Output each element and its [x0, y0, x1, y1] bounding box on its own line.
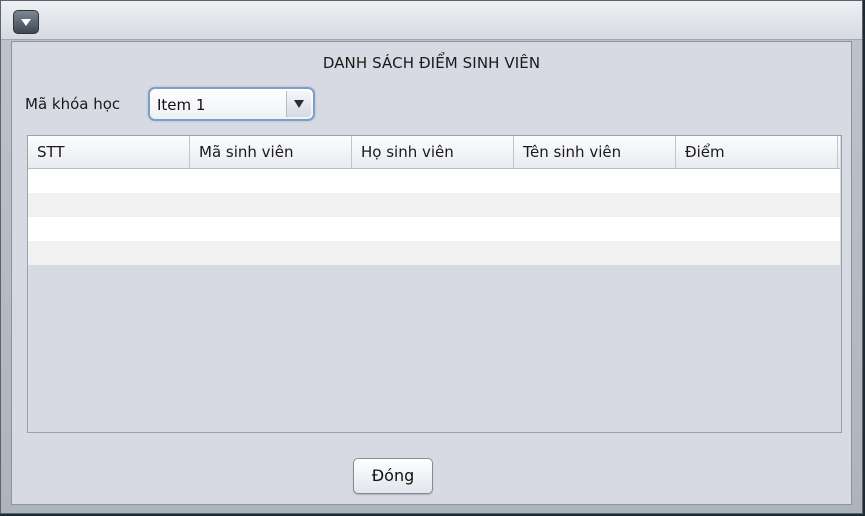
course-code-select[interactable]: Item 1 [148, 87, 315, 121]
column-header-score[interactable]: Điểm [676, 136, 838, 168]
column-header-last-name[interactable]: Họ sinh viên [352, 136, 514, 168]
page-title: DANH SÁCH ĐIỂM SINH VIÊN [322, 54, 541, 72]
table-header: STT Mã sinh viên Họ sinh viên Tên sinh v… [28, 136, 840, 169]
course-code-value: Item 1 [157, 96, 206, 114]
title-bar [1, 1, 862, 40]
triangle-down-icon [21, 18, 31, 26]
app-window: DANH SÁCH ĐIỂM SINH VIÊN Mã khóa học Ite… [0, 0, 863, 514]
column-header-first-name[interactable]: Tên sinh viên [514, 136, 676, 168]
table-row[interactable] [28, 193, 840, 217]
column-header-stt[interactable]: STT [28, 136, 190, 168]
window-menu-button[interactable] [13, 10, 39, 34]
grades-table[interactable]: STT Mã sinh viên Họ sinh viên Tên sinh v… [27, 135, 842, 433]
combo-arrow-button[interactable] [286, 91, 311, 117]
table-row[interactable] [28, 169, 840, 193]
close-button[interactable]: Đóng [353, 458, 433, 494]
table-row[interactable] [28, 241, 840, 265]
column-header-student-id[interactable]: Mã sinh viên [190, 136, 352, 168]
course-code-label: Mã khóa học [25, 95, 121, 113]
main-panel: DANH SÁCH ĐIỂM SINH VIÊN Mã khóa học Ite… [11, 41, 852, 505]
table-row[interactable] [28, 217, 840, 241]
triangle-down-icon [294, 100, 304, 108]
